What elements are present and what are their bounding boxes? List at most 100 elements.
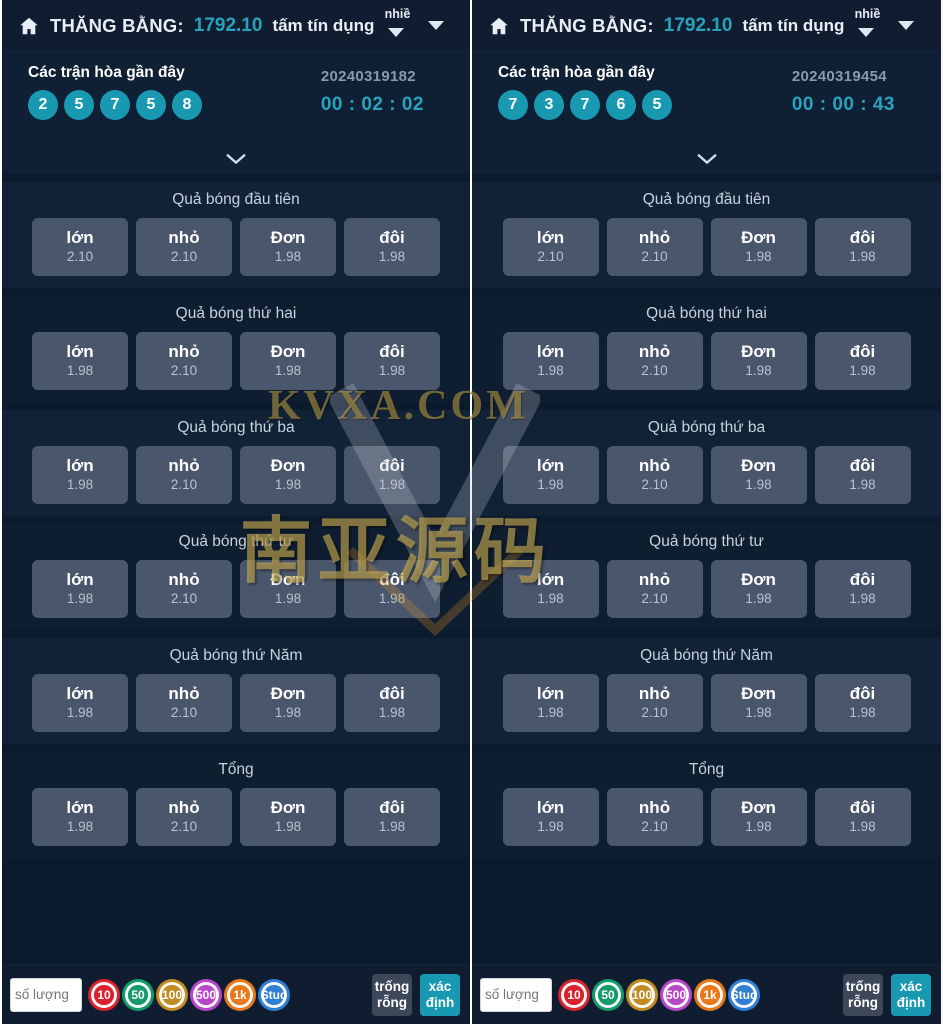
bet-option-button[interactable]: đôi 1.98 xyxy=(814,446,911,504)
chip-label: 500 xyxy=(665,987,687,1002)
balance-value: 1792.10 xyxy=(193,14,263,36)
credit-more-toggle[interactable]: nhiề xyxy=(854,7,880,43)
home-icon[interactable] xyxy=(488,15,510,37)
bet-option-button[interactable]: nhỏ 2.10 xyxy=(136,218,232,276)
bet-option-button[interactable]: lớn 1.98 xyxy=(502,788,599,846)
bet-option-button[interactable]: lớn 1.98 xyxy=(502,674,599,732)
bet-option-odds: 1.98 xyxy=(537,704,564,720)
amount-input[interactable] xyxy=(480,977,552,1012)
bet-section-title: Tổng xyxy=(218,761,254,778)
amount-input[interactable] xyxy=(10,977,82,1012)
bet-option-odds: 1.98 xyxy=(274,476,302,492)
bet-option-button[interactable]: nhỏ 2.10 xyxy=(606,218,703,276)
chip-100[interactable]: 100 xyxy=(626,978,658,1011)
clear-bets-button[interactable]: trống rỗng xyxy=(843,973,883,1016)
bet-option-button[interactable]: Đơn 1.98 xyxy=(240,446,336,504)
bet-option-button[interactable]: đôi 1.98 xyxy=(344,218,440,276)
bet-option-odds: 1.98 xyxy=(537,362,564,378)
bet-option-button[interactable]: đôi 1.98 xyxy=(344,674,440,732)
bet-option-button[interactable]: đôi 1.98 xyxy=(344,560,440,618)
header-menu-caret-icon[interactable] xyxy=(428,21,445,30)
result-ball: 7 xyxy=(570,90,600,120)
bet-option-button[interactable]: nhỏ 2.10 xyxy=(606,788,703,846)
bet-option-odds: 1.98 xyxy=(849,362,876,378)
bet-option-button[interactable]: nhỏ 2.10 xyxy=(606,332,703,390)
recent-results-balls: 2 5 7 5 8 xyxy=(28,90,202,120)
bet-option-button[interactable]: Đơn 1.98 xyxy=(710,560,807,618)
bet-option-button[interactable]: nhỏ 2.10 xyxy=(136,674,232,732)
bet-options-row: lớn 1.98 nhỏ 2.10 Đơn 1.98 đôi 1.98 xyxy=(2,332,470,390)
confirm-label-line2: định xyxy=(896,994,926,1010)
bet-option-odds: 1.98 xyxy=(66,590,94,606)
chip-50[interactable]: 50 xyxy=(122,978,154,1011)
chip-500[interactable]: 500 xyxy=(190,978,222,1011)
countdown-timer: 00 : 00 : 43 xyxy=(791,94,895,115)
confirm-bets-button[interactable]: xác định xyxy=(891,973,931,1016)
chip-100[interactable]: 100 xyxy=(156,978,188,1011)
bet-option-button[interactable]: đôi 1.98 xyxy=(814,788,911,846)
bet-option-button[interactable]: đôi 1.98 xyxy=(814,332,911,390)
bet-option-label: lớn xyxy=(536,798,565,818)
bet-option-button[interactable]: Đơn 1.98 xyxy=(240,788,336,846)
chip-50[interactable]: 50 xyxy=(592,978,624,1011)
home-icon[interactable] xyxy=(18,15,40,37)
chip-1k[interactable]: 1k xyxy=(694,978,726,1011)
recent-results-title: Các trận hòa gần đây xyxy=(28,64,185,81)
chip-500[interactable]: 500 xyxy=(660,978,692,1011)
bet-option-button[interactable]: nhỏ 2.10 xyxy=(136,788,232,846)
bet-option-button[interactable]: lớn 1.98 xyxy=(32,560,128,618)
bet-section: Quả bóng thứ Năm lớn 1.98 nhỏ 2.10 Đơn 1… xyxy=(2,638,470,744)
bet-option-button[interactable]: Đơn 1.98 xyxy=(710,218,807,276)
bet-option-button[interactable]: đôi 1.98 xyxy=(344,788,440,846)
bet-option-button[interactable]: Đơn 1.98 xyxy=(240,218,336,276)
bet-option-odds: 1.98 xyxy=(849,818,876,834)
bet-option-button[interactable]: nhỏ 2.10 xyxy=(136,560,232,618)
bet-option-button[interactable]: đôi 1.98 xyxy=(344,446,440,504)
bet-section: Quả bóng thứ Năm lớn 1.98 nhỏ 2.10 Đơn 1… xyxy=(472,638,941,744)
balance-value: 1792.10 xyxy=(663,14,733,36)
chip-stud[interactable]: Stud xyxy=(728,978,760,1011)
bet-option-button[interactable]: lớn 1.98 xyxy=(32,332,128,390)
expand-results-button[interactable] xyxy=(2,152,470,166)
bet-options-row: lớn 1.98 nhỏ 2.10 Đơn 1.98 đôi 1.98 xyxy=(2,560,470,618)
bet-option-button[interactable]: đôi 1.98 xyxy=(814,674,911,732)
bet-option-button[interactable]: Đơn 1.98 xyxy=(240,674,336,732)
bet-option-button[interactable]: lớn 1.98 xyxy=(502,332,599,390)
bet-option-button[interactable]: nhỏ 2.10 xyxy=(606,560,703,618)
bet-option-button[interactable]: đôi 1.98 xyxy=(814,218,911,276)
recent-results-title: Các trận hòa gần đây xyxy=(498,64,655,81)
chip-stud[interactable]: Stud xyxy=(258,978,290,1011)
bet-option-button[interactable]: đôi 1.98 xyxy=(344,332,440,390)
bet-option-button[interactable]: Đơn 1.98 xyxy=(710,788,807,846)
chip-1k[interactable]: 1k xyxy=(224,978,256,1011)
clear-bets-button[interactable]: trống rỗng xyxy=(372,973,412,1016)
bet-option-button[interactable]: nhỏ 2.10 xyxy=(606,446,703,504)
bet-option-label: đôi xyxy=(849,570,876,590)
bet-option-button[interactable]: lớn 2.10 xyxy=(502,218,599,276)
credit-more-toggle[interactable]: nhiề xyxy=(384,7,410,43)
bet-option-button[interactable]: Đơn 1.98 xyxy=(710,446,807,504)
game-panel-right: THĂNG BẰNG: 1792.10 tấm tín dụng nhiề Cá… xyxy=(471,0,942,1024)
caret-down-icon xyxy=(388,27,405,37)
bet-option-button[interactable]: Đơn 1.98 xyxy=(710,674,807,732)
bet-option-button[interactable]: Đơn 1.98 xyxy=(240,332,336,390)
bet-option-button[interactable]: lớn 1.98 xyxy=(32,446,128,504)
header-menu-caret-icon[interactable] xyxy=(898,21,915,30)
result-ball: 5 xyxy=(64,90,94,120)
bet-option-button[interactable]: nhỏ 2.10 xyxy=(136,446,232,504)
bet-option-button[interactable]: lớn 1.98 xyxy=(502,446,599,504)
bet-option-button[interactable]: Đơn 1.98 xyxy=(710,332,807,390)
chip-10[interactable]: 10 xyxy=(88,978,120,1011)
bet-option-button[interactable]: Đơn 1.98 xyxy=(240,560,336,618)
bet-option-button[interactable]: lớn 1.98 xyxy=(32,674,128,732)
chip-10[interactable]: 10 xyxy=(558,978,590,1011)
bet-option-button[interactable]: lớn 1.98 xyxy=(32,788,128,846)
bet-option-button[interactable]: lớn 1.98 xyxy=(502,560,599,618)
confirm-bets-button[interactable]: xác định xyxy=(420,973,460,1016)
bet-option-button[interactable]: nhỏ 2.10 xyxy=(606,674,703,732)
bet-option-button[interactable]: lớn 2.10 xyxy=(32,218,128,276)
bet-option-button[interactable]: đôi 1.98 xyxy=(814,560,911,618)
bet-option-button[interactable]: nhỏ 2.10 xyxy=(136,332,232,390)
expand-results-button[interactable] xyxy=(472,152,941,166)
bet-section: Tổng lớn 1.98 nhỏ 2.10 Đơn 1.98 đôi 1.98 xyxy=(472,752,941,858)
